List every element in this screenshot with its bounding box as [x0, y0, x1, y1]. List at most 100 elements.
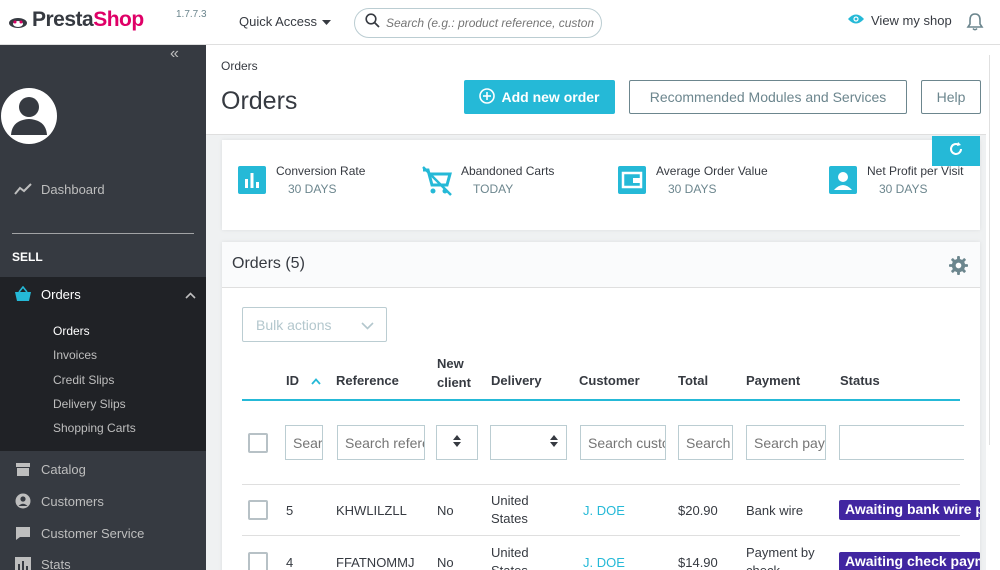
filter-total-input[interactable] — [678, 425, 733, 460]
user-badge-icon — [829, 166, 857, 194]
column-header-new-client[interactable]: New client — [437, 354, 477, 392]
column-header-customer[interactable]: Customer — [579, 373, 640, 388]
kpi-label: Abandoned Carts — [461, 164, 555, 178]
status-badge[interactable]: Awaiting check payment — [839, 552, 980, 570]
page-scrollbar[interactable] — [986, 45, 1000, 570]
top-bar: PrestaShop 1.7.7.3 Quick Access View my … — [0, 0, 1000, 45]
kpi-average-order-value[interactable]: Average Order Value 30 DAYS — [618, 164, 768, 196]
sort-arrows-icon — [550, 434, 558, 452]
row-divider — [242, 484, 960, 485]
select-all-checkbox[interactable] — [248, 433, 268, 453]
submenu-item-invoices[interactable]: Invoices — [53, 348, 97, 362]
order-payment: Bank wire — [746, 503, 804, 518]
order-reference: KHWLILZLL — [336, 503, 407, 518]
sidebar-item-customer-service[interactable]: Customer Service — [0, 523, 206, 543]
refresh-icon — [948, 141, 964, 162]
row-checkbox[interactable] — [248, 552, 268, 570]
column-header-total[interactable]: Total — [678, 373, 708, 388]
bar-chart-icon — [14, 556, 32, 570]
kpi-panel: Conversion Rate 30 DAYS Abandoned Carts … — [222, 140, 980, 230]
filter-customer-input[interactable] — [580, 425, 666, 460]
puffin-logo-icon — [6, 8, 30, 32]
filter-new-client-select[interactable] — [436, 425, 478, 460]
column-header-delivery[interactable]: Delivery — [491, 373, 542, 388]
search-icon — [365, 13, 380, 33]
bulk-actions-dropdown[interactable]: Bulk actions — [242, 307, 387, 342]
filter-status-select[interactable] — [839, 425, 964, 460]
caret-down-icon — [322, 14, 332, 29]
add-new-order-button[interactable]: Add new order — [464, 80, 615, 114]
orders-panel: Orders (5) Bulk actions ID Reference New… — [222, 242, 980, 570]
scrollbar-thumb[interactable] — [989, 55, 997, 445]
chevron-up-icon — [185, 287, 196, 302]
recommended-modules-button[interactable]: Recommended Modules and Services — [629, 80, 907, 114]
basket-icon — [14, 286, 32, 302]
help-button[interactable]: Help — [921, 80, 981, 114]
view-my-shop-label: View my shop — [871, 13, 952, 28]
kpi-conversion-rate[interactable]: Conversion Rate 30 DAYS — [238, 164, 365, 196]
prestashop-logo[interactable]: PrestaShop — [6, 8, 144, 32]
submenu-item-shopping-carts[interactable]: Shopping Carts — [53, 421, 136, 435]
sort-ascending-icon[interactable] — [310, 373, 321, 388]
order-delivery: United States — [491, 493, 529, 526]
sidebar-item-label: Customers — [41, 493, 104, 509]
quick-access-dropdown[interactable]: Quick Access — [239, 14, 332, 29]
filter-id-input[interactable] — [285, 425, 323, 460]
refresh-kpi-button[interactable] — [932, 136, 980, 166]
sidebar-section-sell: SELL — [12, 250, 43, 264]
sidebar-item-orders[interactable]: Orders — [0, 277, 206, 311]
logo-text-part: Shop — [93, 8, 144, 31]
breadcrumb[interactable]: Orders — [221, 59, 258, 73]
search-input[interactable] — [386, 16, 594, 30]
column-header-label: ID — [286, 373, 299, 388]
order-id: 4 — [286, 555, 294, 570]
view-my-shop-link[interactable]: View my shop — [847, 13, 952, 28]
filter-payment-input[interactable] — [746, 425, 826, 460]
order-id: 5 — [286, 503, 294, 518]
column-header-reference[interactable]: Reference — [336, 373, 399, 388]
gear-icon[interactable] — [949, 256, 968, 280]
filter-reference-input[interactable] — [337, 425, 425, 460]
sidebar-item-customers[interactable]: Customers — [0, 491, 206, 511]
kpi-period: 30 DAYS — [668, 182, 717, 196]
submenu-item-credit-slips[interactable]: Credit Slips — [53, 373, 114, 387]
kpi-period: 30 DAYS — [879, 182, 928, 196]
column-header-id[interactable]: ID — [286, 373, 321, 388]
filter-delivery-select[interactable] — [490, 425, 567, 460]
order-customer-link[interactable]: J. DOE — [583, 503, 625, 518]
avatar[interactable] — [0, 85, 58, 147]
submenu-item-delivery-slips[interactable]: Delivery Slips — [53, 397, 126, 411]
sidebar-item-label: Catalog — [41, 461, 86, 477]
sidebar-item-catalog[interactable]: Catalog — [0, 459, 206, 479]
bulk-actions-label: Bulk actions — [256, 316, 332, 333]
chat-icon — [14, 526, 32, 541]
submenu-item-orders[interactable]: Orders — [53, 324, 90, 338]
status-badge[interactable]: Awaiting bank wire payment — [839, 500, 980, 520]
column-header-payment[interactable]: Payment — [746, 373, 800, 388]
row-checkbox[interactable] — [248, 500, 268, 520]
order-total: $14.90 — [678, 555, 718, 570]
cart-off-icon — [421, 166, 452, 196]
page-title: Orders — [221, 87, 298, 115]
kpi-net-profit-per-visit[interactable]: Net Profit per Visit 30 DAYS — [829, 164, 963, 196]
trending-up-icon — [14, 183, 32, 195]
column-header-status[interactable]: Status — [840, 373, 880, 388]
sidebar-item-label: Customer Service — [41, 525, 145, 541]
order-new-client: No — [437, 503, 454, 518]
search-box[interactable] — [354, 8, 602, 38]
kpi-period: 30 DAYS — [288, 182, 337, 196]
logo-text: PrestaShop — [32, 8, 144, 32]
orders-panel-header: Orders (5) — [222, 242, 980, 288]
sidebar-item-stats[interactable]: Stats — [0, 554, 206, 570]
kpi-abandoned-carts[interactable]: Abandoned Carts TODAY — [421, 164, 554, 196]
collapse-sidebar-icon[interactable]: « — [170, 45, 179, 63]
store-icon — [14, 462, 32, 477]
order-customer-link[interactable]: J. DOE — [583, 555, 625, 570]
bell-icon[interactable] — [966, 12, 984, 37]
kpi-label: Conversion Rate — [276, 164, 366, 178]
orders-panel-title: Orders (5) — [232, 255, 305, 272]
version-label: 1.7.7.3 — [176, 9, 207, 20]
sort-arrows-icon — [453, 434, 461, 452]
sidebar-item-dashboard[interactable]: Dashboard — [0, 179, 206, 199]
sidebar-item-label: Orders — [41, 286, 81, 302]
